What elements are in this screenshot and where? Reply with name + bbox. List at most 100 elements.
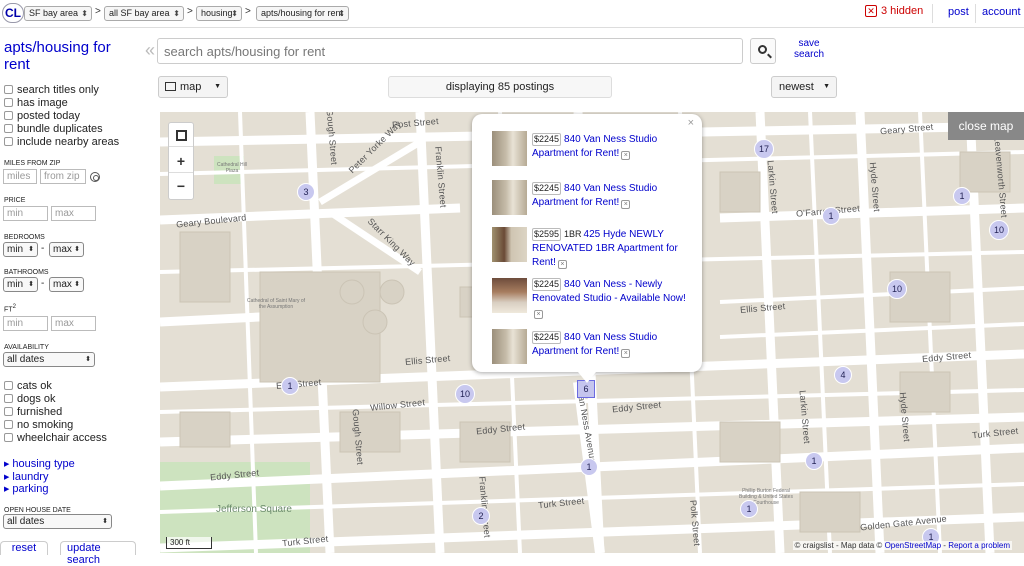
divider [975,4,976,23]
updown-icon: ⬍ [74,246,80,253]
breadcrumb-subregion[interactable]: all SF bay area ⬍ [104,6,184,21]
listing-thumbnail[interactable] [492,329,527,364]
bedrooms-min-select[interactable]: min ⬍ [3,242,38,257]
listing-thumbnail[interactable] [492,180,527,215]
map-controls: + − [168,122,194,200]
listing-thumbnail[interactable] [492,131,527,166]
listing-cluster[interactable]: 1 [822,207,840,225]
listing-cluster[interactable]: 17 [754,139,774,159]
search-button[interactable] [750,38,776,64]
popup-listing[interactable]: $2245 840 Van Ness Studio Apartment for R… [492,329,692,367]
hide-listing-icon[interactable]: × [621,151,631,160]
open-house-date-select[interactable]: all dates ⬍ [3,514,112,529]
bundle-duplicates-checkbox[interactable]: bundle duplicates [4,123,103,135]
listing-cluster[interactable]: 10 [989,220,1009,240]
listing-price: $2245 [532,133,562,146]
updown-icon: ⬍ [74,281,80,288]
sqft-max-input[interactable]: max [51,316,96,331]
availability-select[interactable]: all dates ⬍ [3,352,95,367]
bathrooms-label: BATHROOMS [4,269,49,276]
bathrooms-min-select[interactable]: min ⬍ [3,277,38,292]
save-search-link[interactable]: save search [790,38,828,60]
miles-from-zip-label: MILES FROM ZIP [4,160,61,167]
zip-input[interactable]: from zip [40,169,86,184]
laundry-expander[interactable]: ▶ laundry [4,471,48,483]
listing-cluster[interactable]: 4 [834,366,852,384]
bathrooms-max-select[interactable]: max ⬍ [49,277,84,292]
housing-type-expander[interactable]: ▶ housing type [4,458,75,470]
popup-listing[interactable]: $2245 840 Van Ness Studio Apartment for R… [492,131,692,169]
map-view[interactable]: Post Street Geary Street Geary Boulevard… [160,112,1024,553]
price-min-input[interactable]: min [3,206,48,221]
view-mode-select[interactable]: map ▼ [158,76,228,98]
include-nearby-areas-checkbox[interactable]: include nearby areas [4,136,119,148]
listing-cluster[interactable]: 3 [297,183,315,201]
listing-cluster[interactable]: 2 [472,507,490,525]
listing-thumbnail[interactable] [492,227,527,262]
chevron-down-icon: ▼ [214,83,221,90]
triangle-right-icon: ▶ [4,461,10,468]
breadcrumb-region[interactable]: SF bay area ⬍ [24,6,92,21]
popup-listing[interactable]: $2595 1BR 425 Hyde NEWLY RENOVATED 1BR Apa… [492,227,692,269]
expander-label: housing type [12,458,75,470]
listing-cluster[interactable]: 1 [805,452,823,470]
listing-price: $2245 [532,182,562,195]
locate-icon[interactable] [90,172,100,182]
checkbox-label: cats ok [17,380,52,392]
sort-label: newest [779,81,814,93]
hide-listing-icon[interactable]: × [621,200,631,209]
cats-ok-checkbox[interactable]: cats ok [4,380,52,392]
fullscreen-button[interactable] [169,123,193,147]
close-map-button[interactable]: close map [948,112,1024,140]
collapse-sidebar-icon[interactable]: « [145,40,155,61]
listing-cluster[interactable]: 1 [953,187,971,205]
listing-cluster[interactable]: 1 [580,458,598,476]
breadcrumb-category[interactable]: apts/housing for rent ⬍ [256,6,349,21]
wheelchair-access-checkbox[interactable]: wheelchair access [4,432,107,444]
breadcrumb-section[interactable]: housing ⬍ [196,6,242,21]
attribution-text: © craigslist - Map data © [794,541,883,550]
craigslist-logo[interactable]: CL [2,3,24,23]
has-image-checkbox[interactable]: has image [4,97,68,109]
breadcrumb-subregion-label: all SF bay area [109,8,170,18]
sqft-min-input[interactable]: min [3,316,48,331]
price-max-input[interactable]: max [51,206,96,221]
postings-count: displaying 85 postings [388,76,612,98]
sort-select[interactable]: newest ▼ [771,76,837,98]
furnished-checkbox[interactable]: furnished [4,406,62,418]
miles-input[interactable]: miles [3,169,37,184]
no-smoking-checkbox[interactable]: no smoking [4,419,73,431]
zoom-out-button[interactable]: − [169,174,193,198]
hidden-postings-link[interactable]: ✕ 3 hidden [865,5,923,17]
bedrooms-max-select[interactable]: max ⬍ [49,242,84,257]
popup-listing[interactable]: $2245 840 Van Ness - Newly Renovated Stud… [492,278,692,320]
checkbox-label: bundle duplicates [17,123,103,135]
hide-listing-icon[interactable]: × [557,260,567,269]
hide-listing-icon[interactable]: × [534,310,543,319]
account-link[interactable]: account [982,6,1021,18]
zoom-in-button[interactable]: + [169,149,193,173]
listing-cluster[interactable]: 1 [740,500,758,518]
close-popup-button[interactable]: × [688,117,694,129]
listing-cluster[interactable]: 1 [281,377,299,395]
landmark-label: Cathedral of Saint Mary of the Assumptio… [246,298,306,310]
checkbox-label: wheelchair access [17,432,107,444]
search-titles-only-checkbox[interactable]: search titles only [4,84,99,96]
hide-listing-icon[interactable]: × [621,349,631,358]
report-problem-link[interactable]: Report a problem [948,541,1010,550]
price-label: PRICE [4,197,26,204]
listing-cluster[interactable]: 10 [887,279,907,299]
listing-thumbnail[interactable] [492,278,527,313]
listing-cluster[interactable]: 10 [455,384,475,404]
category-title[interactable]: apts/housing for rent [4,39,124,73]
post-link[interactable]: post [948,6,969,18]
checkbox-label: posted today [17,110,80,122]
checkbox-label: no smoking [17,419,74,431]
posted-today-checkbox[interactable]: posted today [4,110,80,122]
popup-listing[interactable]: $2245 840 Van Ness Studio Apartment for R… [492,180,692,218]
parking-expander[interactable]: ▶ parking [4,483,48,495]
search-input[interactable]: search apts/housing for rent [157,38,743,64]
top-bar: CL SF bay area ⬍ > all SF bay area ⬍ > h… [0,0,1024,28]
openstreetmap-link[interactable]: OpenStreetMap [885,541,941,550]
dogs-ok-checkbox[interactable]: dogs ok [4,393,56,405]
